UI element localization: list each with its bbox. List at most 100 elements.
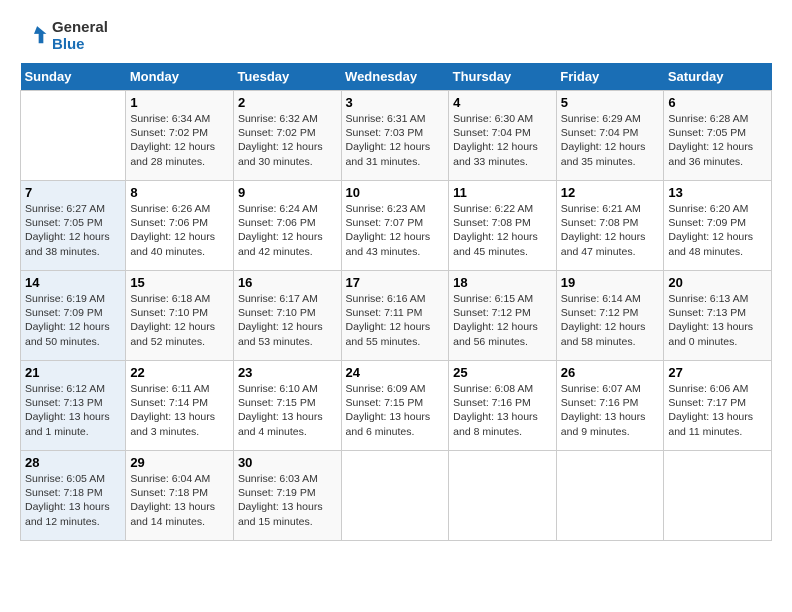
weekday-header-sunday: Sunday (21, 63, 126, 91)
calendar-cell: 23Sunrise: 6:10 AM Sunset: 7:15 PM Dayli… (233, 361, 341, 451)
day-info: Sunrise: 6:31 AM Sunset: 7:03 PM Dayligh… (346, 112, 445, 169)
calendar-cell (556, 451, 664, 541)
calendar-cell: 16 Sunrise: 6:17 AM Sunset: 7:10 PM Dayli… (233, 271, 341, 361)
calendar-week-row: 1 Sunrise: 6:34 AM Sunset: 7:02 PM Daylig… (21, 91, 772, 181)
calendar-cell: 9 Sunrise: 6:24 AM Sunset: 7:06 PM Daylig… (233, 181, 341, 271)
calendar-cell (449, 451, 557, 541)
day-number: 17 (346, 275, 445, 290)
calendar-cell (664, 451, 772, 541)
calendar-week-row: 21 Sunrise: 6:12 AM Sunset: 7:13 PM Dayli… (21, 361, 772, 451)
day-info: Sunrise: 6:30 AM Sunset: 7:04 PM Dayligh… (453, 112, 552, 169)
day-number: 10 (346, 185, 445, 200)
day-number: 9 (238, 185, 337, 200)
calendar-cell: 24Sunrise: 6:09 AM Sunset: 7:15 PM Dayli… (341, 361, 449, 451)
day-number: 28 (25, 455, 121, 470)
day-info: Sunrise: 6:04 AM Sunset: 7:18 PM Dayligh… (130, 472, 229, 529)
calendar-cell: 2 Sunrise: 6:32 AM Sunset: 7:02 PM Daylig… (233, 91, 341, 181)
day-info: Sunrise: 6:21 AM Sunset: 7:08 PM Dayligh… (561, 202, 660, 259)
calendar-cell: 26Sunrise: 6:07 AM Sunset: 7:16 PM Dayli… (556, 361, 664, 451)
calendar-cell: 3 Sunrise: 6:31 AM Sunset: 7:03 PM Daylig… (341, 91, 449, 181)
day-number: 20 (668, 275, 767, 290)
day-info: Sunrise: 6:07 AM Sunset: 7:16 PM Dayligh… (561, 382, 660, 439)
day-number: 16 (238, 275, 337, 290)
logo-text: GeneralBlue (52, 20, 108, 53)
logo-icon (20, 23, 48, 51)
day-info: Sunrise: 6:17 AM Sunset: 7:10 PM Dayligh… (238, 292, 337, 349)
day-number: 22 (130, 365, 229, 380)
day-info: Sunrise: 6:14 AM Sunset: 7:12 PM Dayligh… (561, 292, 660, 349)
day-info: Sunrise: 6:16 AM Sunset: 7:11 PM Dayligh… (346, 292, 445, 349)
day-info: Sunrise: 6:34 AM Sunset: 7:02 PM Dayligh… (130, 112, 229, 169)
day-info: Sunrise: 6:28 AM Sunset: 7:05 PM Dayligh… (668, 112, 767, 169)
day-info: Sunrise: 6:06 AM Sunset: 7:17 PM Dayligh… (668, 382, 767, 439)
day-number: 14 (25, 275, 121, 290)
day-info: Sunrise: 6:20 AM Sunset: 7:09 PM Dayligh… (668, 202, 767, 259)
calendar-cell: 19Sunrise: 6:14 AM Sunset: 7:12 PM Dayli… (556, 271, 664, 361)
weekday-header-monday: Monday (126, 63, 234, 91)
day-info: Sunrise: 6:22 AM Sunset: 7:08 PM Dayligh… (453, 202, 552, 259)
day-number: 12 (561, 185, 660, 200)
day-number: 3 (346, 95, 445, 110)
weekday-header-thursday: Thursday (449, 63, 557, 91)
day-info: Sunrise: 6:03 AM Sunset: 7:19 PM Dayligh… (238, 472, 337, 529)
day-number: 27 (668, 365, 767, 380)
calendar-cell: 29 Sunrise: 6:04 AM Sunset: 7:18 PM Dayli… (126, 451, 234, 541)
calendar-cell (21, 91, 126, 181)
day-info: Sunrise: 6:18 AM Sunset: 7:10 PM Dayligh… (130, 292, 229, 349)
day-number: 4 (453, 95, 552, 110)
calendar-cell: 11 Sunrise: 6:22 AM Sunset: 7:08 PM Dayli… (449, 181, 557, 271)
calendar-cell: 14Sunrise: 6:19 AM Sunset: 7:09 PM Dayli… (21, 271, 126, 361)
calendar-cell: 21 Sunrise: 6:12 AM Sunset: 7:13 PM Dayli… (21, 361, 126, 451)
weekday-header-row: SundayMondayTuesdayWednesdayThursdayFrid… (21, 63, 772, 91)
calendar-cell: 25 Sunrise: 6:08 AM Sunset: 7:16 PM Dayli… (449, 361, 557, 451)
calendar-cell: 18Sunrise: 6:15 AM Sunset: 7:12 PM Dayli… (449, 271, 557, 361)
logo: GeneralBlue (20, 20, 108, 53)
calendar-week-row: 14Sunrise: 6:19 AM Sunset: 7:09 PM Dayli… (21, 271, 772, 361)
day-info: Sunrise: 6:10 AM Sunset: 7:15 PM Dayligh… (238, 382, 337, 439)
calendar-cell: 28 Sunrise: 6:05 AM Sunset: 7:18 PM Dayli… (21, 451, 126, 541)
calendar-cell: 5 Sunrise: 6:29 AM Sunset: 7:04 PM Daylig… (556, 91, 664, 181)
day-number: 2 (238, 95, 337, 110)
calendar-cell (341, 451, 449, 541)
day-info: Sunrise: 6:27 AM Sunset: 7:05 PM Dayligh… (25, 202, 121, 259)
day-number: 30 (238, 455, 337, 470)
calendar-cell: 1 Sunrise: 6:34 AM Sunset: 7:02 PM Daylig… (126, 91, 234, 181)
day-info: Sunrise: 6:26 AM Sunset: 7:06 PM Dayligh… (130, 202, 229, 259)
day-number: 25 (453, 365, 552, 380)
day-info: Sunrise: 6:08 AM Sunset: 7:16 PM Dayligh… (453, 382, 552, 439)
day-info: Sunrise: 6:23 AM Sunset: 7:07 PM Dayligh… (346, 202, 445, 259)
weekday-header-wednesday: Wednesday (341, 63, 449, 91)
day-info: Sunrise: 6:32 AM Sunset: 7:02 PM Dayligh… (238, 112, 337, 169)
day-number: 11 (453, 185, 552, 200)
day-number: 5 (561, 95, 660, 110)
day-info: Sunrise: 6:05 AM Sunset: 7:18 PM Dayligh… (25, 472, 121, 529)
day-number: 18 (453, 275, 552, 290)
day-info: Sunrise: 6:09 AM Sunset: 7:15 PM Dayligh… (346, 382, 445, 439)
calendar-cell: 20 Sunrise: 6:13 AM Sunset: 7:13 PM Dayli… (664, 271, 772, 361)
day-number: 29 (130, 455, 229, 470)
calendar-cell: 8 Sunrise: 6:26 AM Sunset: 7:06 PM Daylig… (126, 181, 234, 271)
day-number: 7 (25, 185, 121, 200)
calendar-cell: 30 Sunrise: 6:03 AM Sunset: 7:19 PM Dayli… (233, 451, 341, 541)
calendar-week-row: 7 Sunrise: 6:27 AM Sunset: 7:05 PM Daylig… (21, 181, 772, 271)
calendar-cell: 10 Sunrise: 6:23 AM Sunset: 7:07 PM Dayli… (341, 181, 449, 271)
day-info: Sunrise: 6:13 AM Sunset: 7:13 PM Dayligh… (668, 292, 767, 349)
calendar-cell: 7 Sunrise: 6:27 AM Sunset: 7:05 PM Daylig… (21, 181, 126, 271)
calendar-table: SundayMondayTuesdayWednesdayThursdayFrid… (20, 63, 772, 541)
day-number: 6 (668, 95, 767, 110)
day-info: Sunrise: 6:12 AM Sunset: 7:13 PM Dayligh… (25, 382, 121, 439)
day-number: 8 (130, 185, 229, 200)
weekday-header-tuesday: Tuesday (233, 63, 341, 91)
day-info: Sunrise: 6:29 AM Sunset: 7:04 PM Dayligh… (561, 112, 660, 169)
calendar-cell: 22Sunrise: 6:11 AM Sunset: 7:14 PM Dayli… (126, 361, 234, 451)
calendar-cell: 4 Sunrise: 6:30 AM Sunset: 7:04 PM Daylig… (449, 91, 557, 181)
calendar-cell: 17 Sunrise: 6:16 AM Sunset: 7:11 PM Dayli… (341, 271, 449, 361)
calendar-cell: 6 Sunrise: 6:28 AM Sunset: 7:05 PM Daylig… (664, 91, 772, 181)
calendar-cell: 27 Sunrise: 6:06 AM Sunset: 7:17 PM Dayli… (664, 361, 772, 451)
day-number: 13 (668, 185, 767, 200)
day-number: 1 (130, 95, 229, 110)
calendar-cell: 15 Sunrise: 6:18 AM Sunset: 7:10 PM Dayli… (126, 271, 234, 361)
day-info: Sunrise: 6:24 AM Sunset: 7:06 PM Dayligh… (238, 202, 337, 259)
day-number: 15 (130, 275, 229, 290)
day-number: 21 (25, 365, 121, 380)
